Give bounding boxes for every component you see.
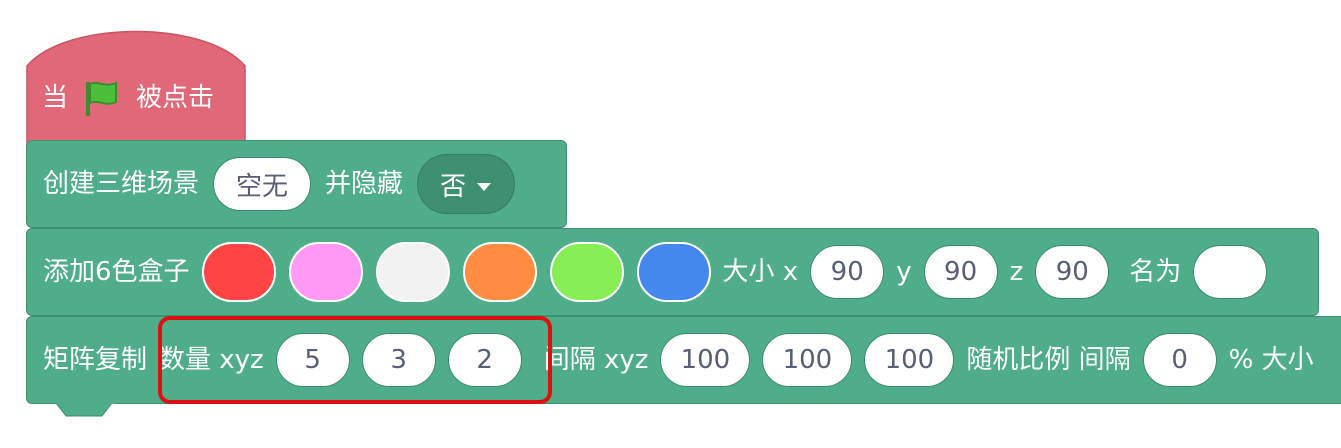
hide-dropdown-value: 否 (440, 171, 467, 202)
random-ratio-input[interactable]: 0 (1142, 333, 1217, 387)
spacing-xyz-label: 间隔 xyz (543, 345, 649, 375)
size-x-input[interactable]: 90 (810, 245, 885, 299)
hide-dropdown[interactable]: 否 (417, 154, 516, 214)
color-swatch-3[interactable] (375, 242, 450, 302)
size-y-label: y (896, 257, 912, 287)
color-swatch-5[interactable] (549, 242, 624, 302)
scene-input[interactable]: 空无 (213, 157, 312, 211)
color-swatch-4[interactable] (462, 242, 537, 302)
spacing-z-input[interactable]: 100 (864, 333, 955, 387)
color-swatch-2[interactable] (288, 242, 363, 302)
matrix-copy-label: 矩阵复制 (43, 345, 148, 375)
create-3d-scene-block[interactable]: 创建三维场景 空无 并隐藏 否 (26, 140, 567, 228)
count-highlight-box (158, 316, 552, 404)
when-flag-clicked-block[interactable]: 当 被点击 (26, 20, 246, 150)
color-swatch-group (201, 242, 711, 302)
hide-label: 并隐藏 (325, 169, 404, 199)
name-input[interactable] (1193, 245, 1268, 299)
color-swatch-6[interactable] (636, 242, 711, 302)
hat-label-clicked: 被点击 (136, 83, 215, 113)
size-x-label: 大小 x (722, 257, 799, 287)
green-flag-icon (82, 78, 122, 118)
spacing-x-input[interactable]: 100 (660, 333, 751, 387)
add-color-box-block[interactable]: 添加6色盒子 大小 x 90 y 90 z 90 名为 (26, 228, 1319, 316)
size-z-label: z (1009, 257, 1024, 287)
size-y-input[interactable]: 90 (923, 245, 998, 299)
add-box-label: 添加6色盒子 (43, 257, 190, 287)
dropdown-arrow-icon (476, 169, 492, 199)
size-z-input[interactable]: 90 (1035, 245, 1110, 299)
random-ratio-label: 随机比例 间隔 (966, 345, 1131, 375)
color-swatch-1[interactable] (201, 242, 276, 302)
block-bottom-tab (56, 402, 116, 417)
name-label: 名为 (1129, 257, 1182, 287)
percent-size-label: % 大小 (1228, 345, 1314, 375)
hat-label-when: 当 (42, 83, 69, 113)
create-scene-label: 创建三维场景 (43, 169, 200, 199)
spacing-y-input[interactable]: 100 (762, 333, 853, 387)
